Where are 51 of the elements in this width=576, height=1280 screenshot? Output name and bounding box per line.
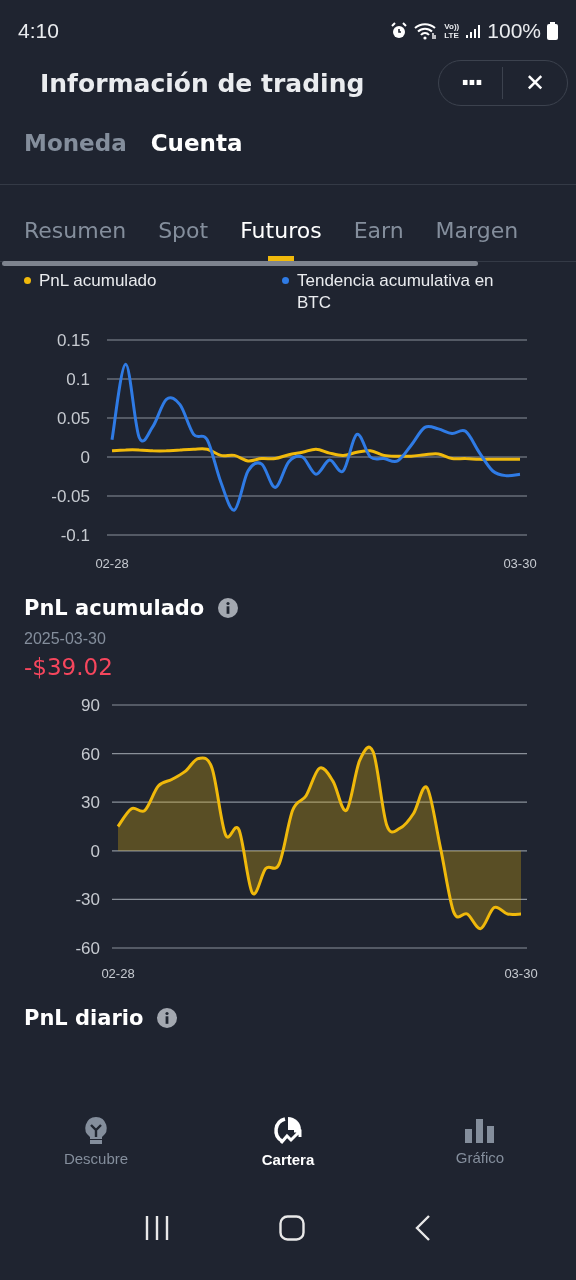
axis-label: 0 [90, 841, 100, 861]
signal-icon [465, 23, 482, 39]
legend-label: PnL acumulado [39, 270, 157, 292]
axis-label: 0 [80, 448, 90, 467]
axis-label: -60 [75, 939, 100, 958]
pie-chart-icon [272, 1114, 304, 1145]
section-title: PnL diario [24, 1006, 144, 1030]
section-title: PnL acumulado [24, 596, 205, 620]
axis-label: 03-30 [504, 966, 538, 981]
status-time: 4:10 [18, 19, 59, 43]
battery-percent: 100% [487, 19, 541, 43]
close-button[interactable]: ✕ [503, 67, 567, 99]
recent-apps-icon[interactable] [144, 1215, 171, 1241]
nav-tab[interactable]: Cartera [218, 1113, 358, 1169]
axis-label: -0.1 [60, 526, 90, 545]
axis-label: 02-28 [95, 556, 129, 571]
info-icon[interactable] [157, 1008, 178, 1028]
battery-icon [547, 22, 558, 40]
page-title: Información de trading [40, 68, 365, 98]
tab[interactable]: Spot [158, 213, 209, 261]
legend-label: Tendencia acumulativa en BTC [297, 270, 495, 314]
nav-tab[interactable]: Gráfico [410, 1115, 550, 1167]
bar-chart-icon [465, 1116, 495, 1143]
axis-label: -30 [75, 890, 100, 910]
network-label: LTE [444, 31, 460, 40]
wifi-icon [414, 22, 439, 40]
alarm-icon [390, 22, 409, 40]
sub-tab[interactable]: Moneda [24, 126, 127, 160]
home-icon[interactable] [279, 1215, 305, 1241]
pnl-value: -$39.02 [24, 654, 114, 680]
nav-tab[interactable]: Descubre [26, 1114, 166, 1168]
tab[interactable]: Resumen [24, 213, 127, 261]
more-button[interactable]: ··· [439, 67, 503, 99]
date-label: 2025-03-30 [24, 630, 107, 648]
network-label: Vo)) [444, 22, 460, 31]
tab[interactable]: Margen [435, 213, 519, 261]
axis-label: 02-28 [101, 966, 135, 981]
back-icon[interactable] [413, 1214, 432, 1242]
axis-label: 0.05 [56, 409, 90, 428]
axis-label: 0.1 [66, 370, 90, 389]
axis-label: 30 [81, 793, 100, 813]
axis-label: 60 [81, 744, 100, 764]
axis-label: 90 [81, 696, 100, 715]
tab[interactable]: Earn [353, 213, 404, 261]
axis-label: -0.05 [51, 487, 90, 506]
info-icon[interactable] [218, 598, 239, 618]
axis-label: 0.15 [56, 331, 90, 350]
sub-tab[interactable]: Cuenta [150, 126, 243, 160]
lightbulb-icon [83, 1115, 109, 1144]
tab[interactable]: Futuros [240, 213, 322, 261]
axis-label: 03-30 [503, 556, 537, 571]
